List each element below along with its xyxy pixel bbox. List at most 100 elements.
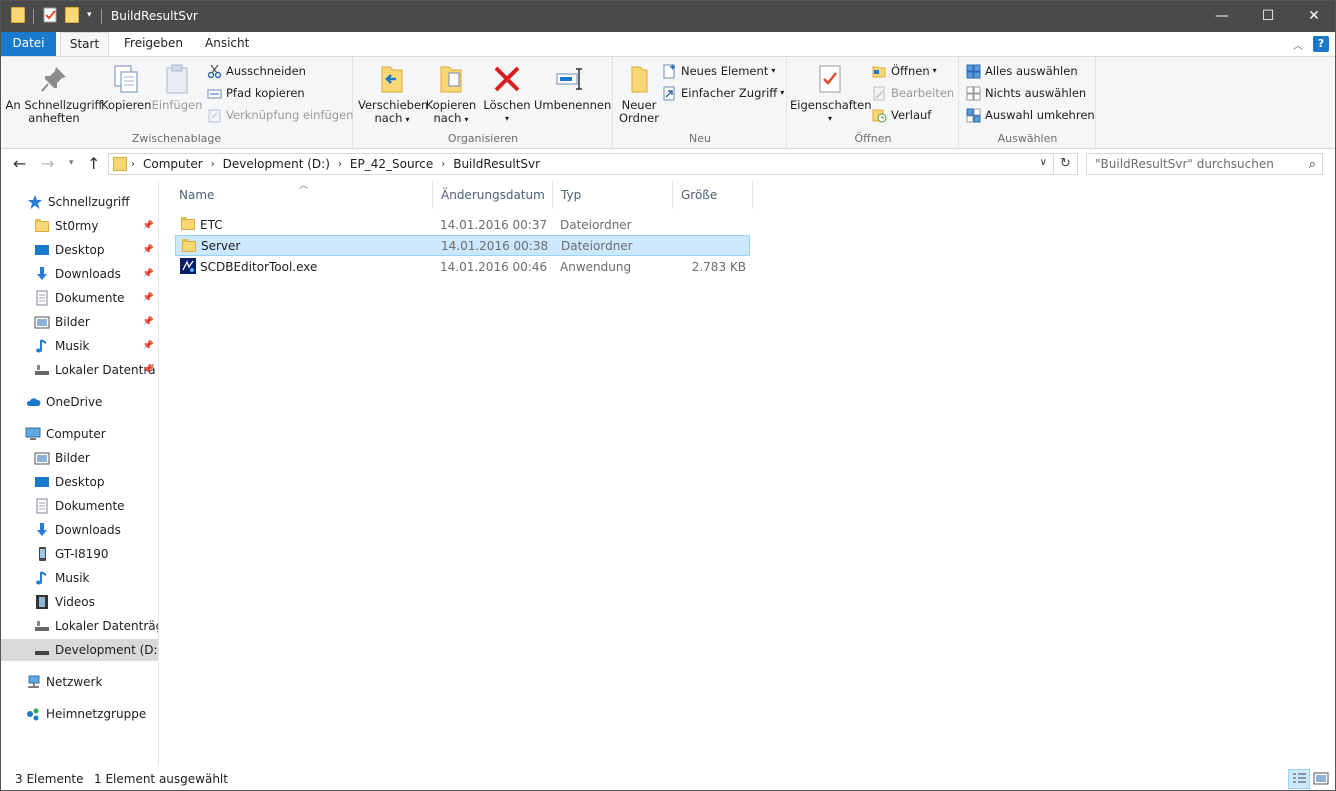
nav-computer-desktop[interactable]: Desktop: [1, 471, 158, 493]
address-bar[interactable]: › Computer › Development (D:) › EP_42_So…: [108, 153, 1054, 175]
chevron-down-icon[interactable]: ∨: [1040, 157, 1047, 168]
chevron-right-icon[interactable]: ›: [441, 159, 445, 170]
large-icons-view-icon[interactable]: [1310, 769, 1332, 789]
close-button[interactable]: ✕: [1291, 1, 1335, 32]
recent-locations-icon[interactable]: ▾: [69, 158, 74, 168]
minimize-button[interactable]: —: [1199, 1, 1245, 32]
nav-quick-st0rmy[interactable]: St0rmy 📌: [1, 215, 158, 237]
easy-access-button[interactable]: Einfacher Zugriff ▾: [662, 83, 784, 103]
cut-button[interactable]: Ausschneiden: [207, 61, 306, 81]
pictures-icon: [34, 450, 50, 466]
pin-icon[interactable]: 📌: [143, 317, 154, 327]
collapse-ribbon-icon[interactable]: ︿: [1293, 37, 1303, 52]
nav-computer-bilder[interactable]: Bilder: [1, 447, 158, 469]
column-header-date[interactable]: Änderungsdatum: [433, 181, 553, 209]
breadcrumb-computer[interactable]: Computer: [143, 157, 203, 171]
nav-homegroup[interactable]: Heimnetzgruppe: [1, 703, 158, 725]
column-header-name[interactable]: Name: [171, 181, 433, 209]
nav-quick-desktop[interactable]: Desktop 📌: [1, 239, 158, 261]
copy-to-button[interactable]: Kopieren nach ▾: [424, 63, 478, 126]
properties-button[interactable]: Eigenschaften ▾: [790, 63, 872, 125]
column-header-type[interactable]: Typ: [553, 181, 673, 209]
tab-start[interactable]: Start: [60, 32, 109, 56]
edit-button[interactable]: Bearbeiten: [872, 83, 954, 103]
nav-computer-development[interactable]: Development (D:): [1, 639, 158, 661]
rename-button[interactable]: Umbenennen: [534, 63, 611, 112]
select-none-button[interactable]: Nichts auswählen: [966, 83, 1086, 103]
nav-quick-access[interactable]: Schnellzugriff: [1, 191, 158, 213]
file-row[interactable]: SCDBEditorTool.exe 14.01.2016 00:46 Anwe…: [175, 256, 750, 277]
nav-onedrive[interactable]: OneDrive: [1, 391, 158, 413]
nav-computer-downloads[interactable]: Downloads: [1, 519, 158, 541]
group-neu: Neuer Ordner Neues Element ▾ Einfacher Zu…: [614, 57, 787, 149]
nav-quick-bilder[interactable]: Bilder 📌: [1, 311, 158, 333]
file-name: Server: [201, 238, 241, 253]
nav-computer-local-disk[interactable]: Lokaler Datenträger: [1, 615, 158, 637]
new-item-button[interactable]: Neues Element ▾: [662, 61, 775, 81]
nav-computer-videos[interactable]: Videos: [1, 591, 158, 613]
search-input[interactable]: [1095, 157, 1295, 171]
breadcrumb-buildresultsvr[interactable]: BuildResultSvr: [453, 157, 540, 171]
paste-button[interactable]: Einfügen: [151, 63, 203, 112]
pin-quick-access-button[interactable]: An Schnellzugriff anheften: [5, 63, 103, 125]
tab-ansicht[interactable]: Ansicht: [195, 32, 259, 56]
nav-item-label: Musik: [55, 339, 90, 353]
move-to-button[interactable]: Verschieben nach ▾: [358, 63, 428, 126]
tab-datei[interactable]: Datei: [1, 32, 56, 56]
separator: [33, 9, 34, 24]
pin-icon[interactable]: 📌: [143, 269, 154, 279]
chevron-right-icon[interactable]: ›: [338, 159, 342, 170]
nav-quick-dokumente[interactable]: Dokumente 📌: [1, 287, 158, 309]
chevron-right-icon[interactable]: ›: [211, 159, 215, 170]
pin-icon[interactable]: 📌: [143, 365, 154, 375]
quick-access-dropdown-icon[interactable]: ▾: [87, 10, 92, 20]
pin-icon[interactable]: 📌: [143, 221, 154, 231]
new-folder-quick-icon[interactable]: [65, 7, 79, 26]
forward-arrow-icon[interactable]: →: [41, 154, 54, 173]
nav-quick-local-disk[interactable]: Lokaler Datenträ 📌: [1, 359, 158, 381]
select-none-label: Nichts auswählen: [985, 86, 1087, 100]
up-arrow-icon[interactable]: ↑: [87, 154, 100, 173]
history-button[interactable]: Verlauf: [872, 105, 931, 125]
separator: [101, 9, 102, 24]
refresh-icon[interactable]: ↻: [1054, 153, 1078, 175]
help-icon[interactable]: ?: [1313, 36, 1329, 52]
details-view-icon[interactable]: [1288, 769, 1310, 789]
maximize-button[interactable]: ☐: [1245, 1, 1291, 32]
breadcrumb-development[interactable]: Development (D:): [223, 157, 330, 171]
pin-icon[interactable]: 📌: [143, 245, 154, 255]
column-header-size[interactable]: Größe: [673, 181, 753, 209]
properties-quick-icon[interactable]: [43, 7, 58, 26]
file-row[interactable]: ETC 14.01.2016 00:37 Dateiordner: [175, 214, 750, 235]
group-label-auswaehlen: Auswählen: [997, 132, 1058, 145]
nav-network[interactable]: Netzwerk: [1, 671, 158, 693]
invert-selection-button[interactable]: Auswahl umkehren: [966, 105, 1095, 125]
open-folder-icon: [872, 64, 887, 79]
copy-button[interactable]: Kopieren: [101, 63, 151, 112]
back-arrow-icon[interactable]: ←: [13, 154, 26, 173]
tab-freigeben[interactable]: Freigeben: [114, 32, 193, 56]
nav-computer-dokumente[interactable]: Dokumente: [1, 495, 158, 517]
download-arrow-icon: [34, 266, 50, 282]
copy-path-button[interactable]: Pfad kopieren: [207, 83, 305, 103]
file-row[interactable]: Server 14.01.2016 00:38 Dateiordner: [175, 235, 750, 256]
pin-icon[interactable]: 📌: [143, 341, 154, 351]
nav-computer-musik[interactable]: Musik: [1, 567, 158, 589]
select-none-icon: [966, 86, 981, 101]
pin-icon[interactable]: 📌: [143, 293, 154, 303]
select-all-button[interactable]: Alles auswählen: [966, 61, 1078, 81]
open-button[interactable]: Öffnen ▾: [872, 61, 937, 81]
status-bar: 3 Elemente 1 Element ausgewählt: [1, 767, 1335, 790]
search-icon[interactable]: ⌕: [1309, 157, 1316, 172]
nav-quick-musik[interactable]: Musik 📌: [1, 335, 158, 357]
nav-quick-downloads[interactable]: Downloads 📌: [1, 263, 158, 285]
phone-icon: [34, 546, 50, 562]
search-box[interactable]: ⌕: [1086, 153, 1323, 175]
nav-computer-gt-i8190[interactable]: GT-I8190: [1, 543, 158, 565]
new-folder-button[interactable]: Neuer Ordner: [616, 63, 662, 125]
chevron-right-icon[interactable]: ›: [131, 159, 135, 170]
nav-computer[interactable]: Computer: [1, 423, 158, 445]
delete-button[interactable]: Löschen ▾: [482, 63, 532, 125]
breadcrumb-ep42source[interactable]: EP_42_Source: [350, 157, 433, 171]
paste-shortcut-button[interactable]: Verknüpfung einfügen: [207, 105, 353, 125]
